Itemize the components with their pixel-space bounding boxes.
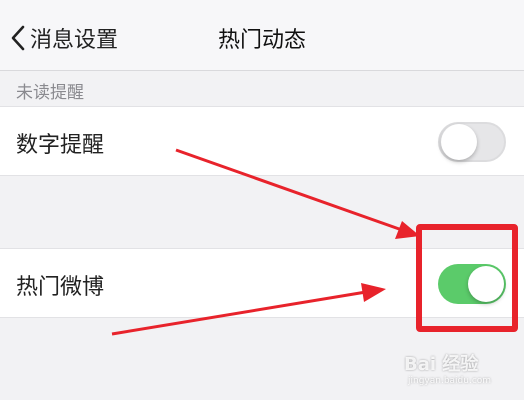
watermark-logo: Bai 经验 [404, 354, 479, 375]
watermark-url: jingyan.baidu.com [408, 376, 492, 386]
annotation-arrows [111, 148, 420, 336]
annotation-arrow-lower [111, 283, 386, 336]
annotation-arrow-upper [175, 148, 420, 239]
settings-screen: 消息设置 热门动态 未读提醒 数字提醒 热门微博 Bai 经验 jingyan.… [0, 0, 524, 400]
